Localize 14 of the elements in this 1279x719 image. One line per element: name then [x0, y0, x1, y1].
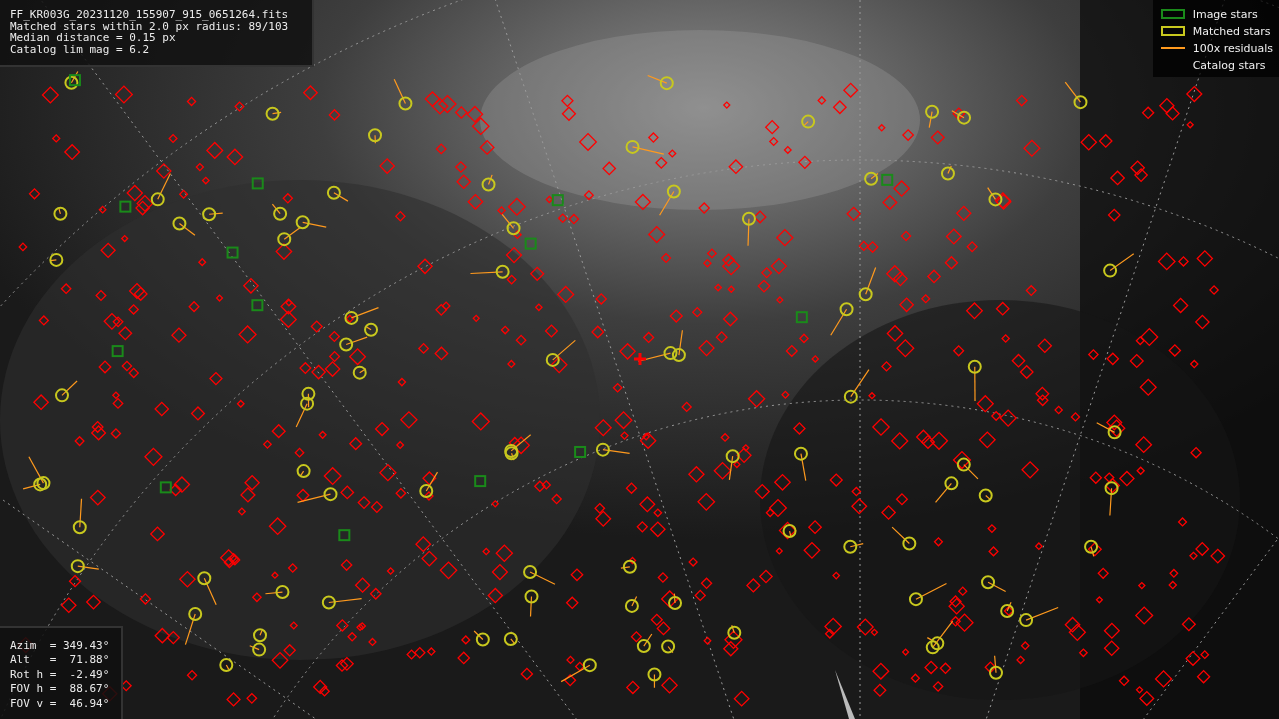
pointing-text: Azim = 349.43°: [10, 638, 111, 653]
info-text: Median distance = 0.15 px: [10, 32, 176, 44]
pointing-text: FOV v = 46.94°: [10, 696, 111, 711]
pointing-text: Rot h = -2.49°: [10, 667, 111, 682]
legend-label: 100x residuals: [1192, 41, 1273, 55]
info-text: Matched stars within 2.0 px radius: 89/103: [10, 20, 290, 32]
legend-label: Matched stars: [1192, 24, 1271, 38]
center-cross-icon: [632, 351, 648, 367]
pointing-text: Alt = 71.88°: [10, 653, 111, 668]
pointing-text: FOV h = 88.67°: [10, 682, 111, 697]
legend-label: Catalog stars: [1192, 58, 1266, 72]
info-text: Catalog lim mag = 6.2: [10, 43, 151, 55]
info-text: FF_KR003G_20231120_155907_915_0651264.fits: [10, 9, 290, 21]
legend-label: Image stars: [1192, 7, 1258, 21]
